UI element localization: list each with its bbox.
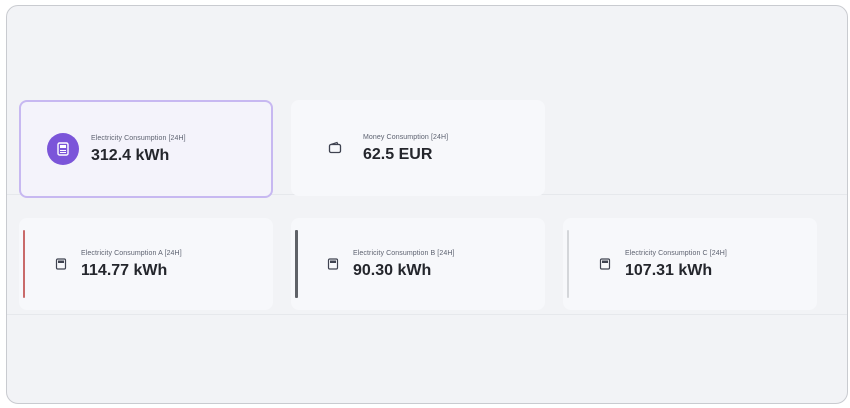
card-label: Money Consumption [24H] (363, 133, 449, 141)
meter-icon (47, 133, 79, 165)
card-value: 312.4 kWh (91, 146, 170, 164)
accent-bar (23, 230, 25, 298)
card-label: Electricity Consumption [24H] (91, 134, 186, 142)
meter-icon (53, 248, 69, 280)
meter-icon (597, 248, 613, 280)
card-electricity-total[interactable]: Electricity Consumption [24H] 312.4 kWh (19, 100, 273, 198)
card-value: 107.31 kWh (625, 261, 713, 279)
card-label: Electricity Consumption B [24H] (353, 249, 455, 257)
card-label: Electricity Consumption A [24H] (81, 249, 182, 257)
card-value: 114.77 kWh (81, 261, 168, 279)
card-electricity-phase-c[interactable]: Electricity Consumption C [24H] 107.31 k… (563, 218, 817, 310)
card-electricity-phase-b[interactable]: Electricity Consumption B [24H] 90.30 kW… (291, 218, 545, 310)
accent-bar (295, 230, 298, 298)
dashboard-panel: Electricity Consumption [24H] 312.4 kWh … (6, 5, 848, 404)
card-value: 62.5 EUR (363, 145, 433, 163)
card-label: Electricity Consumption C [24H] (625, 249, 727, 257)
card-money[interactable]: Money Consumption [24H] 62.5 EUR (291, 100, 545, 196)
card-electricity-phase-a[interactable]: Electricity Consumption A [24H] 114.77 k… (19, 218, 273, 310)
wallet-icon (319, 132, 351, 164)
meter-icon (325, 248, 341, 280)
row-divider (7, 314, 847, 315)
accent-bar (567, 230, 569, 298)
card-value: 90.30 kWh (353, 261, 432, 279)
